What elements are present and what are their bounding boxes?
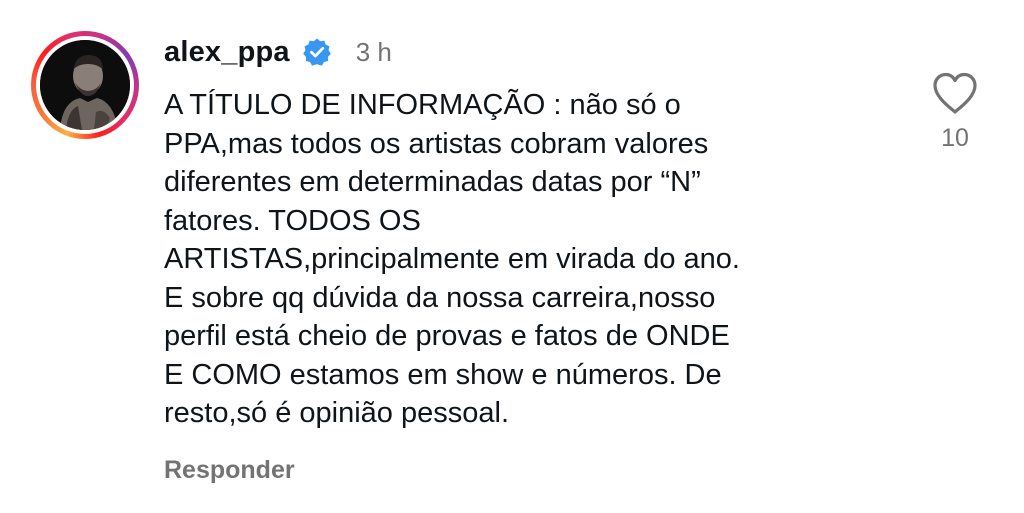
like-count: 10	[941, 124, 969, 152]
username-link[interactable]: alex_ppa	[164, 36, 290, 69]
reply-button[interactable]: Responder	[164, 456, 295, 485]
avatar-ring-gap	[36, 36, 134, 134]
avatar-photo	[40, 40, 130, 130]
timestamp: 3 h	[355, 36, 392, 67]
avatar[interactable]	[31, 31, 139, 139]
heart-outline-icon	[933, 72, 977, 114]
comment-header: alex_ppa 3 h	[164, 30, 392, 74]
verified-badge-icon	[302, 37, 332, 67]
comment-body: A TÍTULO DE INFORMAÇÃO : não só o PPA,ma…	[164, 89, 740, 429]
like-button[interactable]	[930, 70, 980, 116]
